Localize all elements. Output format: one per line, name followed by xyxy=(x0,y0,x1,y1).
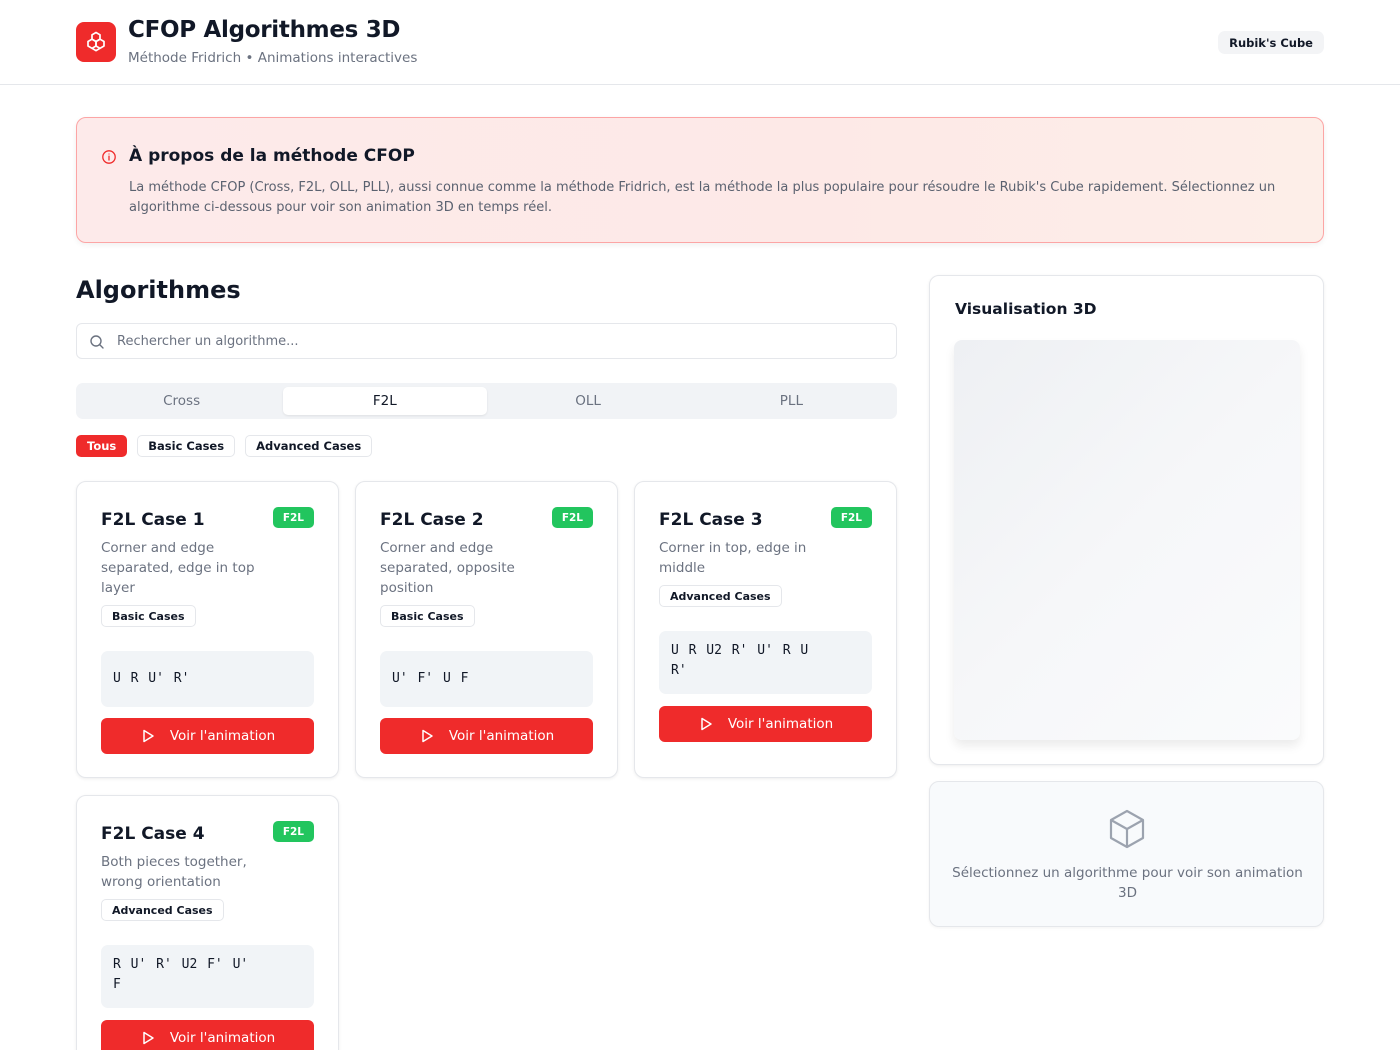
info-icon xyxy=(102,150,116,164)
category-tabs: Cross F2L OLL PLL xyxy=(76,383,897,419)
play-animation-label: Voir l'animation xyxy=(448,728,555,744)
algorithm-moves: U' F' U F xyxy=(380,651,593,707)
search-input[interactable] xyxy=(117,324,887,358)
rubiks-cube-badge: Rubik's Cube xyxy=(1218,31,1324,54)
case-tag: Advanced Cases xyxy=(101,899,224,921)
tab-pll[interactable]: PLL xyxy=(690,387,893,415)
card-title: F2L Case 2 xyxy=(380,510,484,530)
algorithms-heading: Algorithmes xyxy=(76,276,241,304)
algorithm-moves: R U' R' U2 F' U' F xyxy=(101,945,314,1008)
tab-cross[interactable]: Cross xyxy=(80,387,283,415)
card-title: F2L Case 1 xyxy=(101,510,205,530)
play-animation-button[interactable]: Voir l'animation xyxy=(101,1020,314,1050)
play-icon xyxy=(422,729,433,743)
play-icon xyxy=(143,1031,154,1045)
filter-all[interactable]: Tous xyxy=(76,435,128,457)
card-description: Corner and edge separated, opposite posi… xyxy=(380,540,515,596)
case-tag: Advanced Cases xyxy=(659,585,782,607)
algorithm-card: F2L Case 4 F2L Both pieces together, wro… xyxy=(76,795,339,1050)
case-tag: Basic Cases xyxy=(380,605,475,627)
filter-chips: Tous Basic Cases Advanced Cases xyxy=(76,435,373,457)
play-animation-label: Voir l'animation xyxy=(727,716,834,732)
tab-oll[interactable]: OLL xyxy=(487,387,690,415)
algorithm-card: F2L Case 1 F2L Corner and edge separated… xyxy=(76,481,339,778)
card-description: Corner in top, edge in middle xyxy=(659,540,807,576)
category-badge: F2L xyxy=(551,507,593,528)
category-badge: F2L xyxy=(272,821,314,842)
algorithm-moves: U R U2 R' U' R U R' xyxy=(659,631,872,694)
play-animation-label: Voir l'animation xyxy=(169,1030,276,1046)
empty-state-panel: Sélectionnez un algorithme pour voir son… xyxy=(929,781,1324,927)
play-animation-button[interactable]: Voir l'animation xyxy=(380,718,593,754)
algorithm-moves: U R U' R' xyxy=(101,651,314,707)
category-badge: F2L xyxy=(272,507,314,528)
play-animation-button[interactable]: Voir l'animation xyxy=(101,718,314,754)
visualization-panel: Visualisation 3D xyxy=(929,275,1324,765)
visualization-title: Visualisation 3D xyxy=(955,300,1097,318)
case-tag: Basic Cases xyxy=(101,605,196,627)
play-animation-button[interactable]: Voir l'animation xyxy=(659,706,872,742)
empty-state-text: Sélectionnez un algorithme pour voir son… xyxy=(952,865,1303,901)
category-badge: F2L xyxy=(830,507,872,528)
tab-f2l[interactable]: F2L xyxy=(283,387,487,415)
card-title: F2L Case 4 xyxy=(101,824,205,844)
card-description: Both pieces together, wrong orientation xyxy=(101,854,247,890)
filter-basic-cases[interactable]: Basic Cases xyxy=(137,435,236,457)
search-box[interactable] xyxy=(76,323,897,359)
app-header: CFOP Algorithmes 3D Méthode Fridrich • A… xyxy=(0,0,1400,85)
app-title: CFOP Algorithmes 3D xyxy=(128,17,401,43)
filter-advanced-cases[interactable]: Advanced Cases xyxy=(245,435,373,457)
play-animation-label: Voir l'animation xyxy=(169,728,276,744)
cube-logo-icon xyxy=(76,22,116,62)
search-icon xyxy=(90,335,104,349)
about-cfop-banner: À propos de la méthode CFOP La méthode C… xyxy=(76,117,1324,243)
3d-viewport[interactable] xyxy=(954,340,1300,740)
about-title: À propos de la méthode CFOP xyxy=(129,146,415,166)
algorithm-card: F2L Case 3 F2L Corner in top, edge in mi… xyxy=(634,481,897,778)
cube-icon xyxy=(1109,809,1145,849)
play-icon xyxy=(701,717,712,731)
card-description: Corner and edge separated, edge in top l… xyxy=(101,540,255,596)
about-text: La méthode CFOP (Cross, F2L, OLL, PLL), … xyxy=(129,180,1276,215)
algorithm-card: F2L Case 2 F2L Corner and edge separated… xyxy=(355,481,618,778)
play-icon xyxy=(143,729,154,743)
app-subtitle: Méthode Fridrich • Animations interactiv… xyxy=(128,50,418,66)
card-title: F2L Case 3 xyxy=(659,510,763,530)
